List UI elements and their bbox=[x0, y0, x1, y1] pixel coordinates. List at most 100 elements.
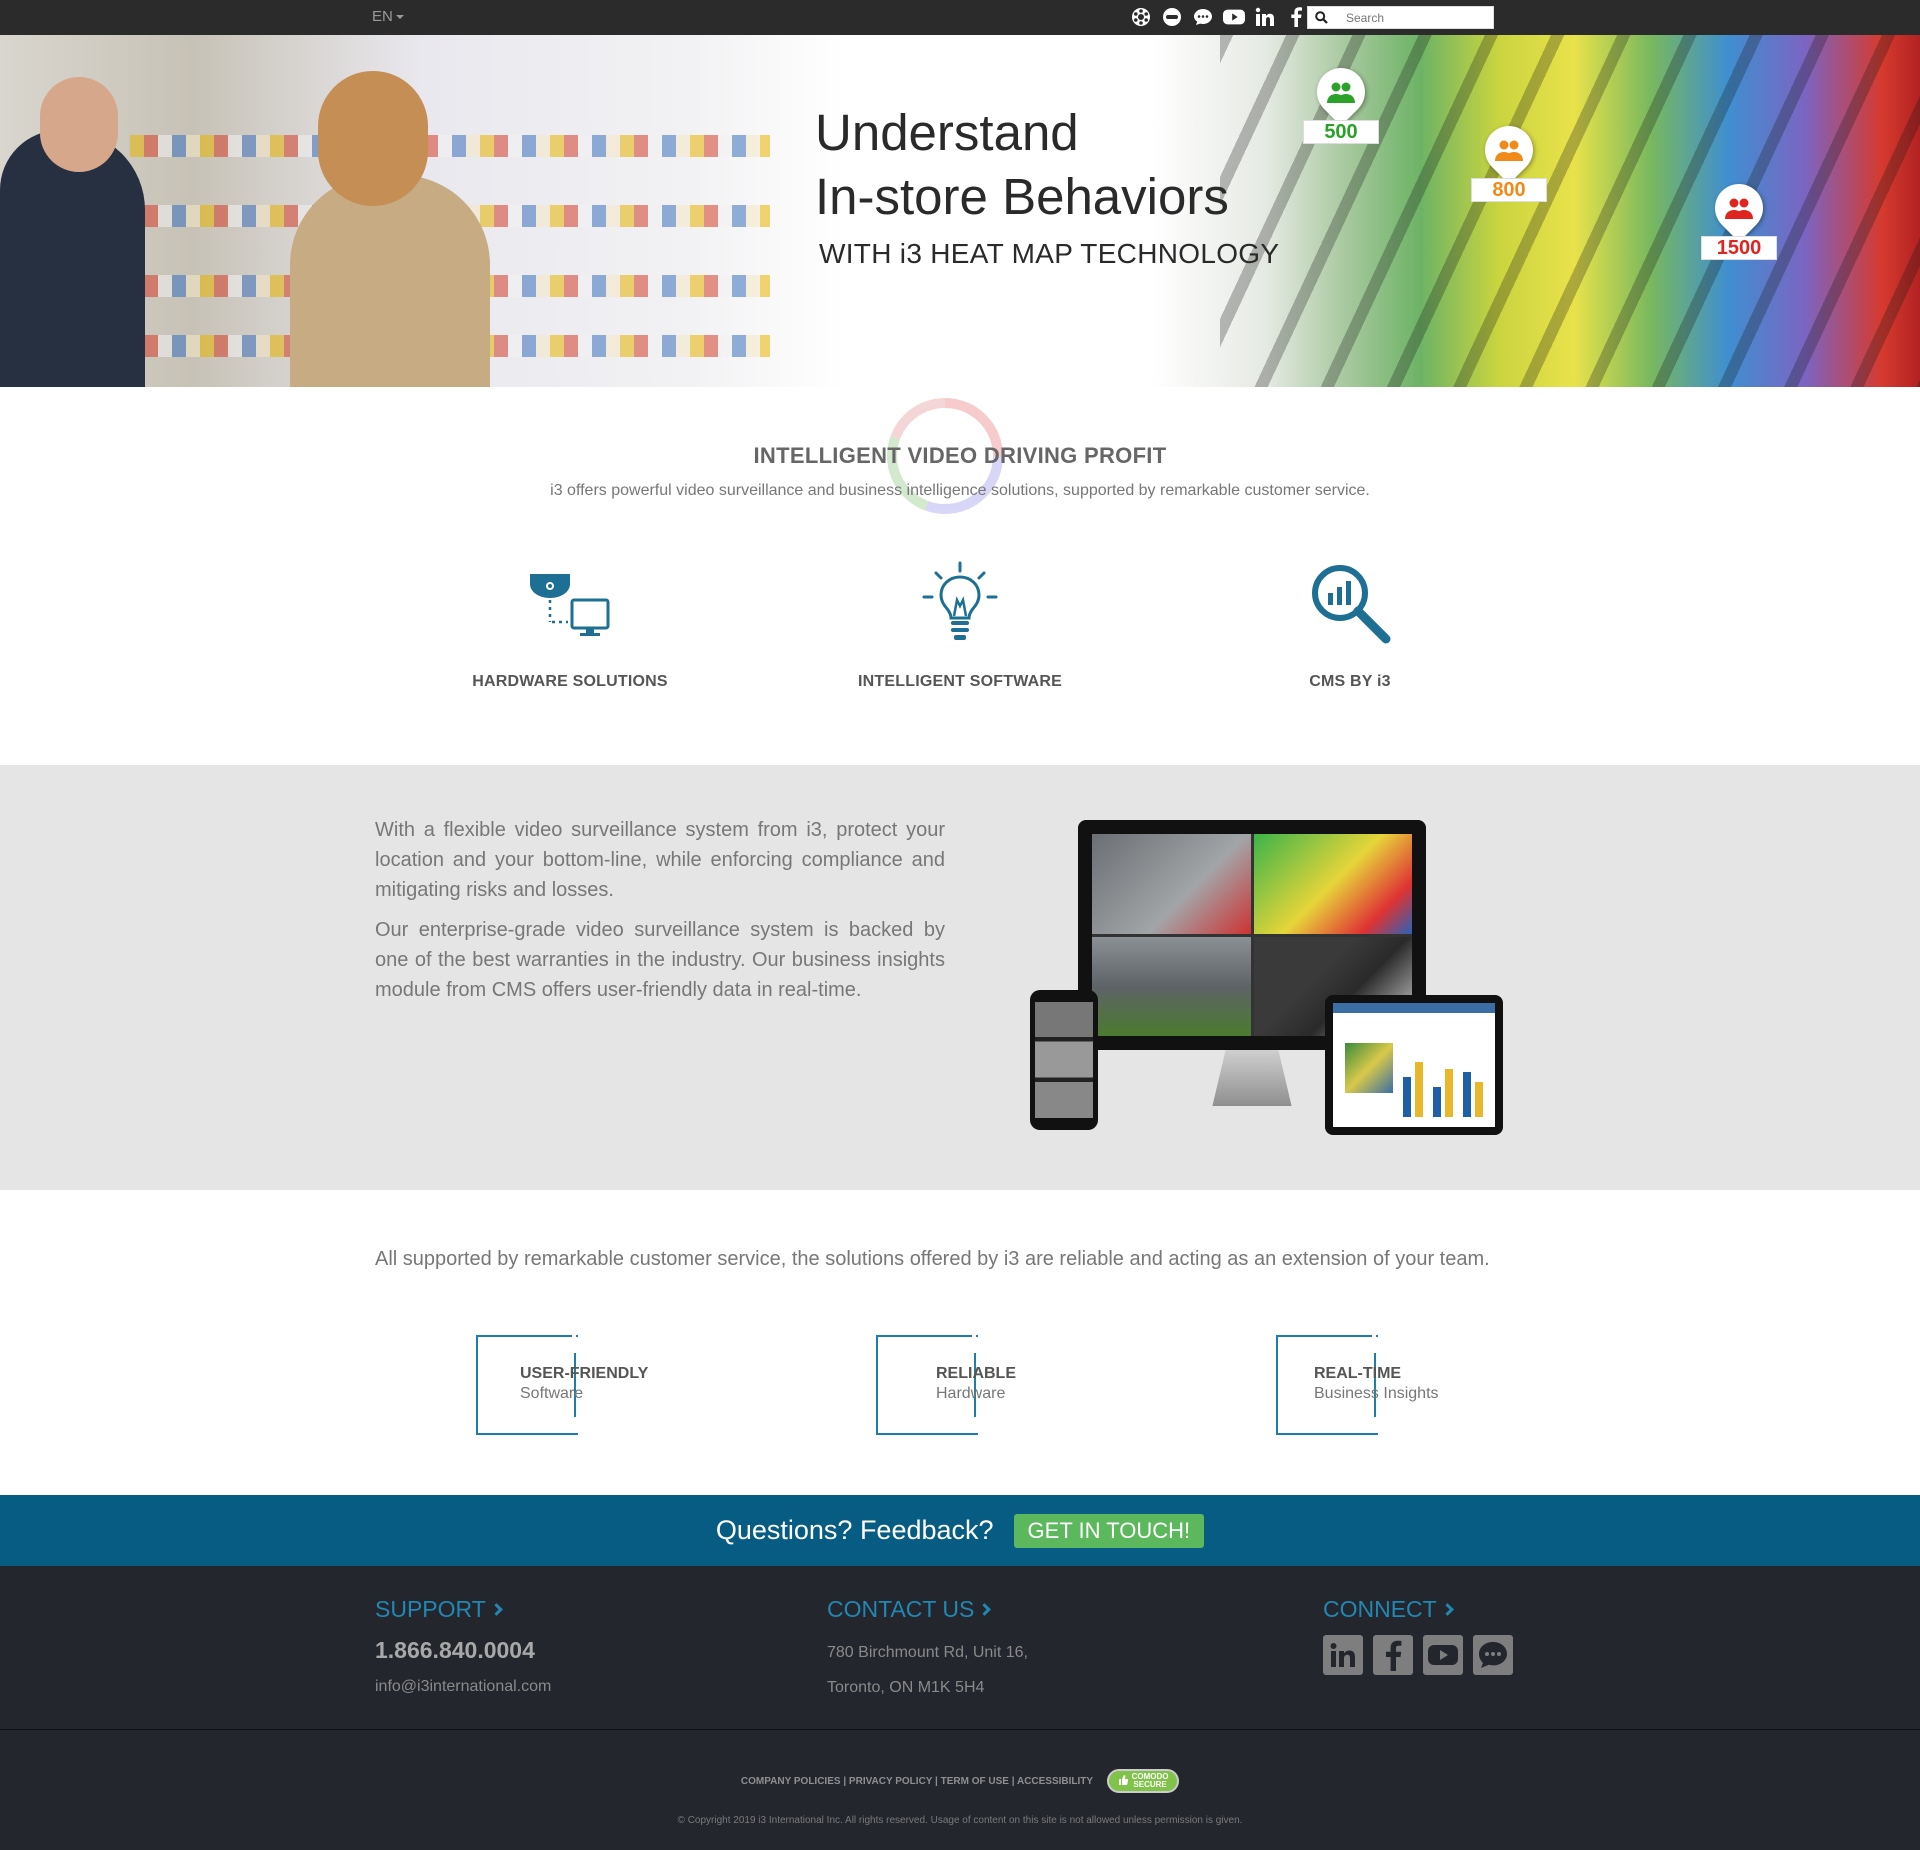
privacy-policy-link[interactable]: PRIVACY POLICY bbox=[849, 1776, 932, 1787]
comodo-secure-badge[interactable]: COMODO SECURE bbox=[1107, 1769, 1180, 1793]
pin-bubble bbox=[1475, 116, 1543, 184]
facebook-icon[interactable] bbox=[1285, 6, 1307, 28]
footer-support-column: SUPPORT 1.866.840.0004 info@i3internatio… bbox=[375, 1596, 551, 1696]
hub-icon[interactable] bbox=[1130, 6, 1152, 28]
thumbs-up-icon bbox=[1118, 1775, 1128, 1787]
badge-user-friendly: USER-FRIENDLY Software bbox=[476, 1335, 696, 1435]
people-icon bbox=[1495, 139, 1523, 161]
support-phone[interactable]: 1.866.840.0004 bbox=[375, 1637, 551, 1664]
surveillance-band: With a flexible video surveillance syste… bbox=[0, 765, 1920, 1190]
badge-reliable: RELIABLE Hardware bbox=[876, 1335, 1096, 1435]
accessibility-link[interactable]: ACCESSIBILITY bbox=[1017, 1776, 1093, 1787]
feature-software[interactable]: INTELLIGENT SOFTWARE bbox=[830, 560, 1090, 691]
facebook-icon[interactable] bbox=[1373, 1635, 1413, 1675]
pin-count: 800 bbox=[1471, 178, 1547, 202]
connect-heading: CONNECT bbox=[1323, 1596, 1437, 1622]
address-line-1: 780 Birchmount Rd, Unit 16, bbox=[827, 1644, 1028, 1661]
footer-divider bbox=[0, 1729, 1920, 1730]
footer-social-links bbox=[1323, 1635, 1513, 1675]
language-label: EN bbox=[372, 8, 393, 25]
support-statement: All supported by remarkable customer ser… bbox=[375, 1248, 1490, 1270]
hero-subtitle: WITH i3 HEAT MAP TECHNOLOGY bbox=[819, 238, 1280, 269]
search-icon[interactable] bbox=[1308, 11, 1334, 24]
support-email[interactable]: info@i3international.com bbox=[375, 1678, 551, 1696]
pin-count: 1500 bbox=[1701, 236, 1777, 260]
chevron-right-icon bbox=[489, 1603, 503, 1616]
badge-subtitle: Hardware bbox=[936, 1385, 1006, 1402]
comment-icon[interactable] bbox=[1192, 6, 1214, 28]
term-of-use-link[interactable]: TERM OF USE bbox=[941, 1776, 1009, 1787]
heatmap-pin-800: 800 bbox=[1471, 116, 1547, 204]
contact-heading: CONTACT US bbox=[827, 1596, 975, 1622]
connect-link[interactable]: CONNECT bbox=[1323, 1596, 1513, 1623]
devices-image bbox=[1030, 820, 1510, 1160]
people-icon bbox=[1327, 81, 1355, 103]
hero-title-line1: Understand bbox=[815, 104, 1079, 161]
chat-bubble-icon[interactable] bbox=[1161, 6, 1183, 28]
people-icon bbox=[1725, 197, 1753, 219]
band-paragraph-1: With a flexible video surveillance syste… bbox=[375, 819, 945, 901]
footer: SUPPORT 1.866.840.0004 info@i3internatio… bbox=[0, 1566, 1920, 1850]
tablet-image bbox=[1325, 995, 1503, 1135]
badge-title: USER-FRIENDLY bbox=[520, 1365, 649, 1382]
shopper-man-head-image bbox=[40, 77, 118, 172]
policy-links: COMPANY POLICIES | PRIVACY POLICY | TERM… bbox=[740, 1775, 1094, 1787]
linkedin-icon[interactable] bbox=[1323, 1635, 1363, 1675]
feature-label: INTELLIGENT SOFTWARE bbox=[858, 673, 1062, 690]
search-input[interactable] bbox=[1334, 10, 1484, 25]
intro-title: INTELLIGENT VIDEO DRIVING PROFIT bbox=[753, 443, 1167, 468]
youtube-icon[interactable] bbox=[1223, 6, 1245, 28]
intro-subtitle: i3 offers powerful video surveillance an… bbox=[550, 482, 1370, 499]
chevron-right-icon bbox=[978, 1603, 992, 1616]
footer-policy-links: COMPANY POLICIES | PRIVACY POLICY | TERM… bbox=[0, 1769, 1920, 1793]
badge-subtitle: Software bbox=[520, 1385, 584, 1402]
band-paragraph-2: Our enterprise-grade video surveillance … bbox=[375, 919, 945, 1001]
chat-icon[interactable] bbox=[1473, 1635, 1513, 1675]
linkedin-icon[interactable] bbox=[1254, 6, 1276, 28]
top-social-links bbox=[1130, 6, 1307, 28]
pin-count: 500 bbox=[1303, 120, 1379, 144]
search-box bbox=[1307, 6, 1494, 29]
badge-title: REAL-TIME bbox=[1314, 1365, 1402, 1382]
heatmap-pin-500: 500 bbox=[1303, 58, 1379, 146]
top-bar: EN bbox=[0, 0, 1920, 35]
shopper-woman-head-image bbox=[318, 71, 428, 206]
contact-us-link[interactable]: CONTACT US bbox=[827, 1596, 1028, 1623]
shopper-woman-image bbox=[290, 175, 490, 387]
company-policies-link[interactable]: COMPANY POLICIES bbox=[741, 1776, 841, 1787]
badge-subtitle: Business Insights bbox=[1314, 1385, 1439, 1402]
pin-bubble bbox=[1705, 174, 1773, 242]
comodo-line-2: SECURE bbox=[1133, 1780, 1167, 1789]
feature-cms[interactable]: CMS BY i3 bbox=[1220, 560, 1480, 691]
heatmap-pin-1500: 1500 bbox=[1701, 174, 1777, 262]
badge-real-time: REAL-TIME Business Insights bbox=[1276, 1335, 1496, 1435]
hero-title: Understand In-store Behaviors bbox=[815, 101, 1229, 229]
smartphone-image bbox=[1030, 990, 1098, 1130]
copyright-text: © Copyright 2019 i3 International Inc. A… bbox=[677, 1815, 1243, 1826]
youtube-icon[interactable] bbox=[1423, 1635, 1463, 1675]
feedback-question: Questions? Feedback? bbox=[715, 1515, 994, 1545]
feature-label: CMS BY i3 bbox=[1309, 673, 1391, 690]
footer-connect-column: CONNECT bbox=[1323, 1596, 1513, 1675]
lightbulb-icon bbox=[830, 560, 1090, 645]
camera-monitor-icon bbox=[440, 560, 700, 645]
support-heading: SUPPORT bbox=[375, 1596, 486, 1622]
address: 780 Birchmount Rd, Unit 16, Toronto, ON … bbox=[827, 1635, 1028, 1705]
store-shelf-image bbox=[130, 135, 770, 157]
address-line-2: Toronto, ON M1K 5H4 bbox=[827, 1679, 985, 1696]
footer-contact-column: CONTACT US 780 Birchmount Rd, Unit 16, T… bbox=[827, 1596, 1028, 1705]
hero-title-line2: In-store Behaviors bbox=[815, 168, 1229, 225]
get-in-touch-button[interactable]: GET IN TOUCH! bbox=[1013, 1513, 1205, 1548]
chart-magnifier-icon bbox=[1220, 560, 1480, 645]
monitor-stand-image bbox=[1212, 1050, 1292, 1106]
comodo-text: COMODO SECURE bbox=[1132, 1773, 1169, 1789]
hero-carousel: Understand In-store Behaviors WITH i3 HE… bbox=[0, 35, 1920, 387]
support-link[interactable]: SUPPORT bbox=[375, 1596, 551, 1623]
badge-title: RELIABLE bbox=[936, 1365, 1016, 1382]
chevron-right-icon bbox=[1440, 1603, 1454, 1616]
feedback-banner: Questions? Feedback? GET IN TOUCH! bbox=[0, 1495, 1920, 1566]
language-selector[interactable]: EN bbox=[372, 8, 404, 25]
caret-down-icon bbox=[395, 15, 404, 20]
feature-hardware[interactable]: HARDWARE SOLUTIONS bbox=[440, 560, 700, 691]
feature-label: HARDWARE SOLUTIONS bbox=[472, 673, 668, 690]
